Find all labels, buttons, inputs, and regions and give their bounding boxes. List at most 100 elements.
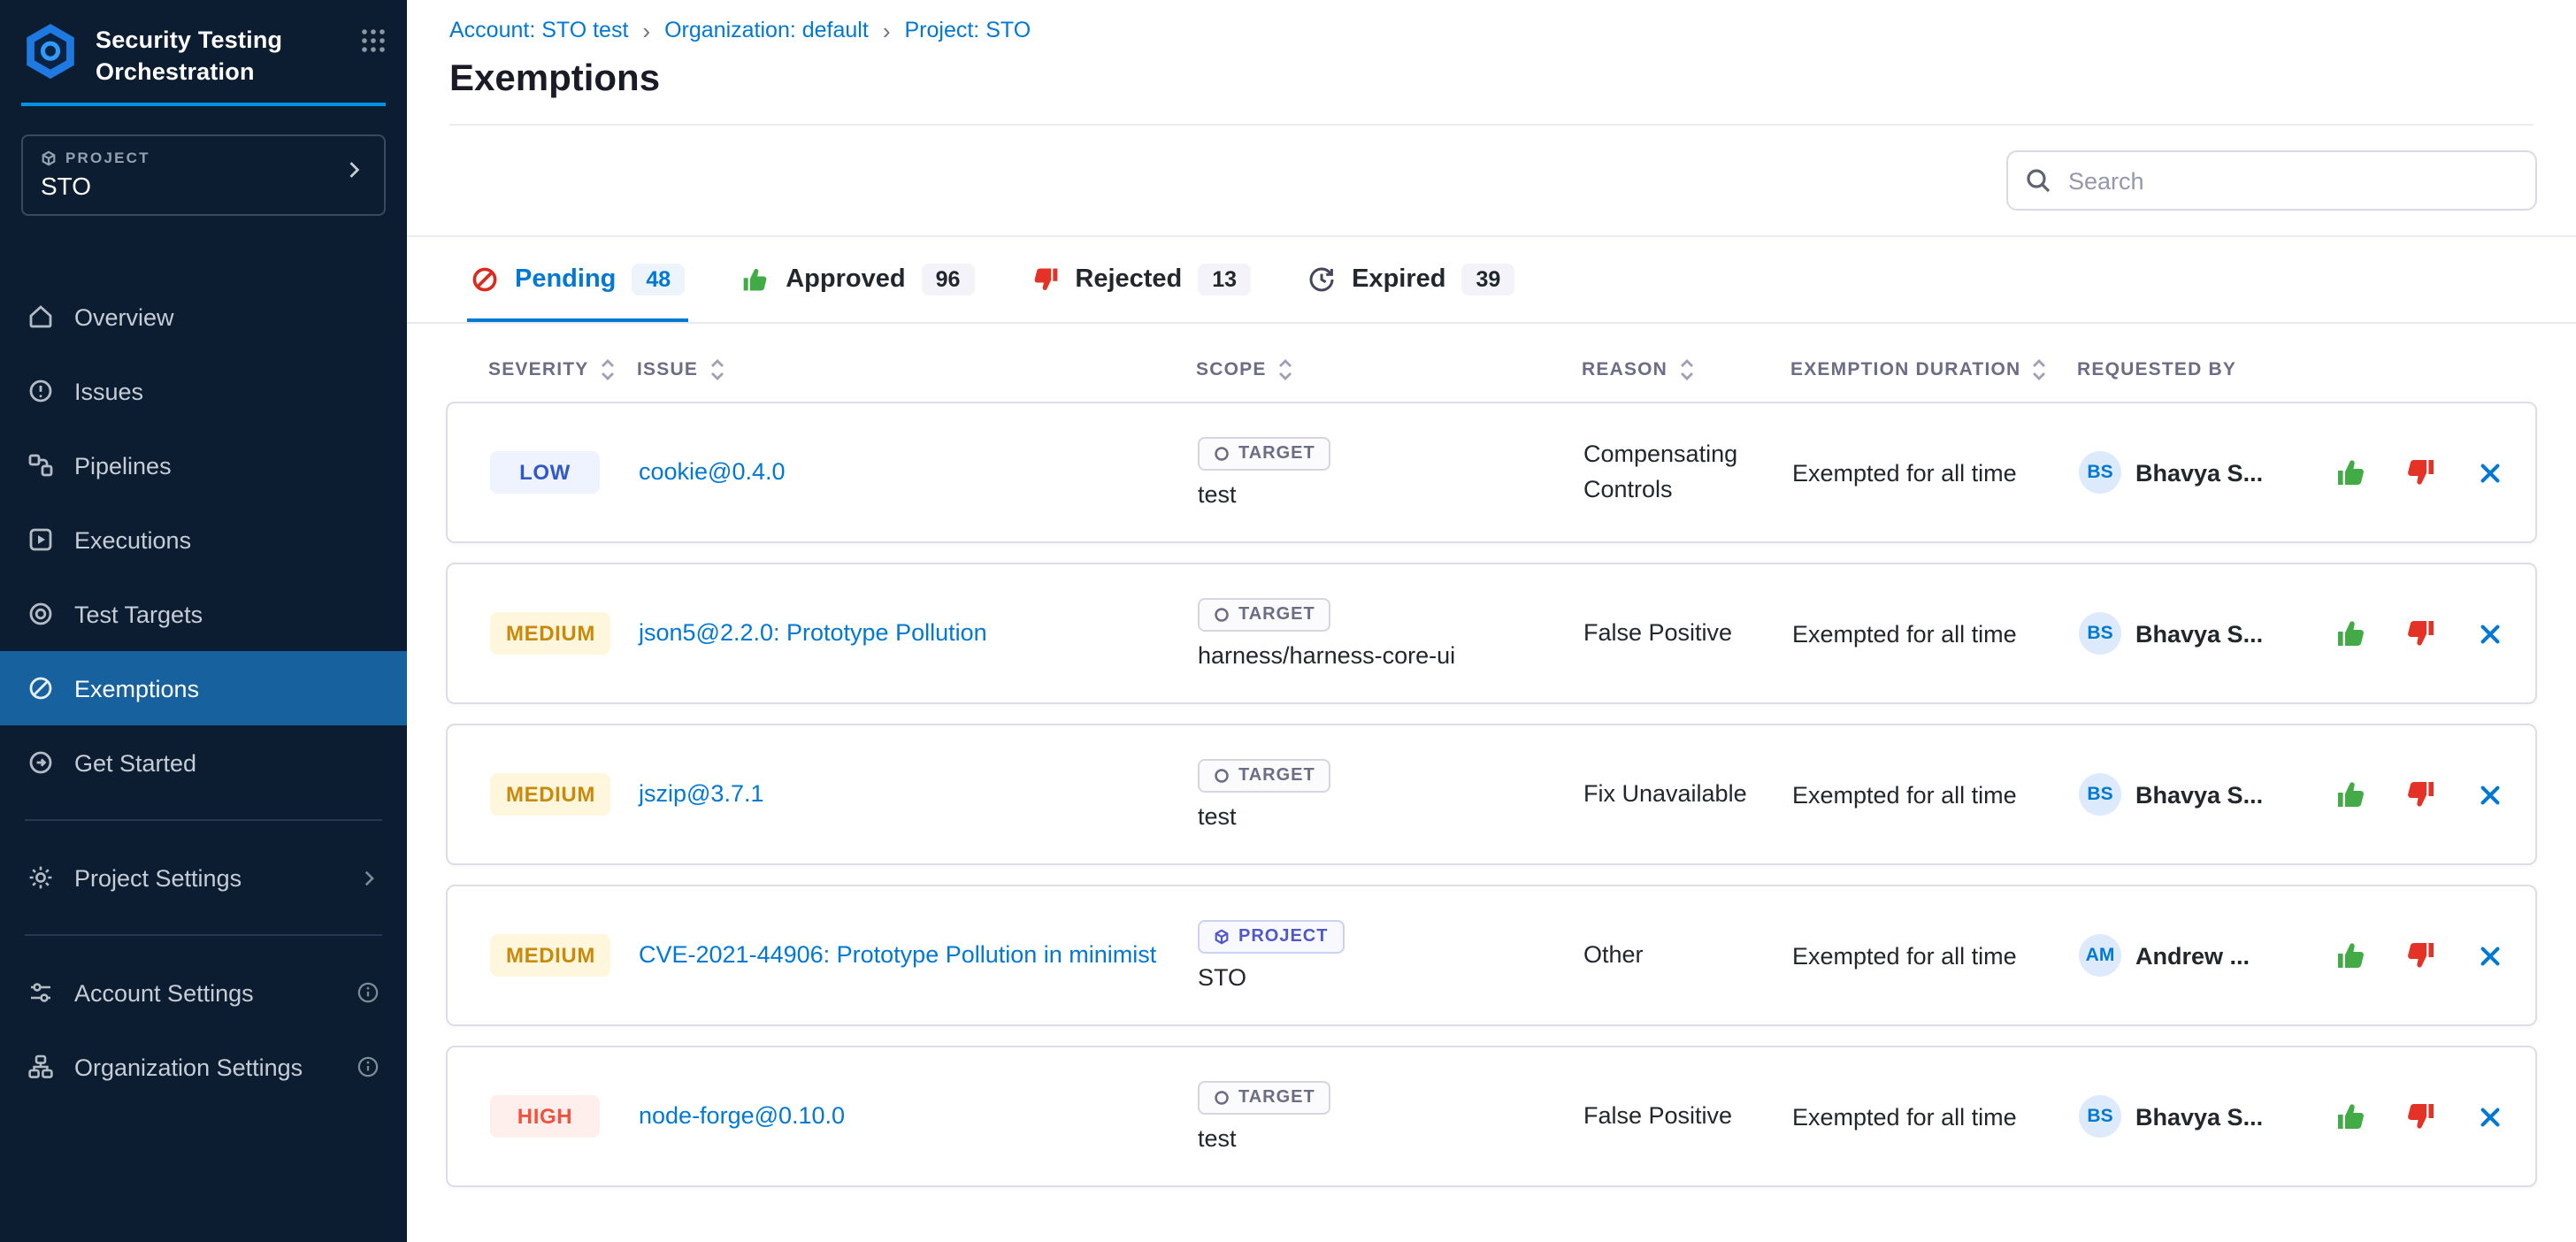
sidebar-item-overview[interactable]: Overview <box>0 280 407 354</box>
sort-icon[interactable] <box>2031 359 2047 380</box>
approve-button[interactable] <box>2334 616 2369 651</box>
issue-link[interactable]: json5@2.2.0: Prototype Pollution <box>639 615 1198 652</box>
sidebar-item-test-targets[interactable]: Test Targets <box>0 577 407 651</box>
reject-button[interactable] <box>2403 777 2438 812</box>
sort-icon[interactable] <box>1678 359 1694 380</box>
cancel-button[interactable] <box>2472 938 2507 973</box>
cancel-button[interactable] <box>2472 455 2507 490</box>
issue-link[interactable]: CVE-2021-44906: Prototype Pollution in m… <box>639 937 1198 974</box>
target-icon <box>27 600 55 628</box>
sort-icon[interactable] <box>599 359 615 380</box>
page-header: Account: STO test › Organization: defaul… <box>407 0 2576 126</box>
column-header-issue[interactable]: ISSUE <box>637 359 1196 380</box>
sidebar-item-organization-settings[interactable]: Organization Settings <box>0 1030 407 1104</box>
cancel-button[interactable] <box>2472 777 2507 812</box>
sidebar-divider <box>25 934 382 936</box>
exemption-reason: Other <box>1583 938 1792 972</box>
column-header-requested-by: REQUESTED BY <box>2077 359 2332 380</box>
executions-icon <box>27 525 55 554</box>
thumbs-up-icon <box>2335 617 2367 649</box>
sort-icon[interactable] <box>709 359 724 380</box>
sort-icon[interactable] <box>1277 359 1293 380</box>
project-scope-icon <box>1214 929 1230 945</box>
exemption-duration: Exempted for all time <box>1792 781 2079 808</box>
chevron-right-icon <box>357 866 380 889</box>
scope-name: STO <box>1198 964 1246 991</box>
sto-module-logo-icon <box>21 21 80 85</box>
sidebar-item-pipelines[interactable]: Pipelines <box>0 428 407 502</box>
severity-badge: MEDIUM <box>490 612 611 655</box>
home-icon <box>27 303 55 331</box>
sidebar-item-account-settings[interactable]: Account Settings <box>0 955 407 1030</box>
module-grid-icon[interactable] <box>361 28 386 58</box>
scope-name: test <box>1198 803 1237 830</box>
thumbs-up-icon <box>741 265 770 294</box>
breadcrumb-account-link[interactable]: Account: STO test <box>449 18 628 42</box>
target-scope-icon <box>1214 446 1230 462</box>
exemption-reason: False Positive <box>1583 1099 1792 1133</box>
column-header-severity[interactable]: SEVERITY <box>488 359 637 380</box>
severity-badge: LOW <box>490 451 600 494</box>
sidebar-item-issues[interactable]: Issues <box>0 354 407 428</box>
tab-rejected[interactable]: Rejected 13 <box>1031 237 1251 322</box>
tab-pending[interactable]: Pending 48 <box>471 237 685 322</box>
requester-avatar: BS <box>2079 451 2121 494</box>
search-input[interactable] <box>2006 150 2537 211</box>
requester-name: Bhavya S... <box>2135 781 2263 808</box>
chevron-right-icon: › <box>642 19 650 42</box>
sidebar-divider <box>25 819 382 821</box>
thumbs-up-icon <box>2335 456 2367 488</box>
approve-button[interactable] <box>2334 777 2369 812</box>
info-icon[interactable] <box>356 980 380 1005</box>
requester-avatar: BS <box>2079 612 2121 655</box>
reject-button[interactable] <box>2403 455 2438 490</box>
chevron-right-icon <box>341 157 366 191</box>
approve-button[interactable] <box>2334 938 2369 973</box>
thumbs-up-icon <box>2335 1100 2367 1132</box>
breadcrumb-project-link[interactable]: Project: STO <box>905 18 1031 42</box>
scope-type-label: TARGET <box>1238 444 1315 464</box>
breadcrumb-organization-link[interactable]: Organization: default <box>664 18 869 42</box>
thumbs-down-icon <box>2404 778 2436 810</box>
issue-link[interactable]: cookie@0.4.0 <box>639 454 1198 491</box>
project-selector[interactable]: PROJECT STO <box>21 134 386 216</box>
thumbs-up-icon <box>2335 939 2367 971</box>
cancel-button[interactable] <box>2472 1099 2507 1134</box>
issue-link[interactable]: jszip@3.7.1 <box>639 776 1198 813</box>
sidebar-item-project-settings[interactable]: Project Settings <box>0 840 407 915</box>
column-header-exemption-duration[interactable]: EXEMPTION DURATION <box>1790 359 2077 380</box>
column-header-reason[interactable]: REASON <box>1582 359 1790 380</box>
scope-type-label: TARGET <box>1238 605 1315 625</box>
exemption-reason: Compensating Controls <box>1583 438 1792 507</box>
issue-link[interactable]: node-forge@0.10.0 <box>639 1098 1198 1135</box>
scope-badge: TARGET <box>1198 759 1331 793</box>
search-box <box>2006 150 2537 211</box>
requester-name: Bhavya S... <box>2135 620 2263 647</box>
exemption-duration: Exempted for all time <box>1792 942 2079 969</box>
reject-button[interactable] <box>2403 1099 2438 1134</box>
approve-button[interactable] <box>2334 455 2369 490</box>
sidebar-accent-line <box>21 103 386 106</box>
sidebar-item-get-started[interactable]: Get Started <box>0 725 407 800</box>
info-icon[interactable] <box>356 1054 380 1079</box>
requester-name: Bhavya S... <box>2135 1103 2263 1130</box>
scope-badge: TARGET <box>1198 437 1331 471</box>
exemption-row: MEDIUM CVE-2021-44906: Prototype Polluti… <box>446 885 2537 1026</box>
tab-approved[interactable]: Approved 96 <box>741 237 974 322</box>
target-scope-icon <box>1214 1090 1230 1106</box>
reject-button[interactable] <box>2403 938 2438 973</box>
target-scope-icon <box>1214 607 1230 623</box>
exemptions-table: SEVERITY ISSUE SCOPE REASON EXEMPTION DU… <box>407 324 2576 1242</box>
column-header-scope[interactable]: SCOPE <box>1196 359 1582 380</box>
reject-button[interactable] <box>2403 616 2438 651</box>
approve-button[interactable] <box>2334 1099 2369 1134</box>
sidebar-item-exemptions[interactable]: Exemptions <box>0 651 407 725</box>
tab-count-badge: 13 <box>1198 264 1251 295</box>
requester-avatar: BS <box>2079 773 2121 816</box>
cancel-button[interactable] <box>2472 616 2507 651</box>
exemption-icon <box>27 674 55 702</box>
tab-expired[interactable]: Expired 39 <box>1307 237 1514 322</box>
requester-avatar: BS <box>2079 1095 2121 1138</box>
org-chart-icon <box>27 1053 55 1081</box>
sidebar-item-executions[interactable]: Executions <box>0 502 407 577</box>
